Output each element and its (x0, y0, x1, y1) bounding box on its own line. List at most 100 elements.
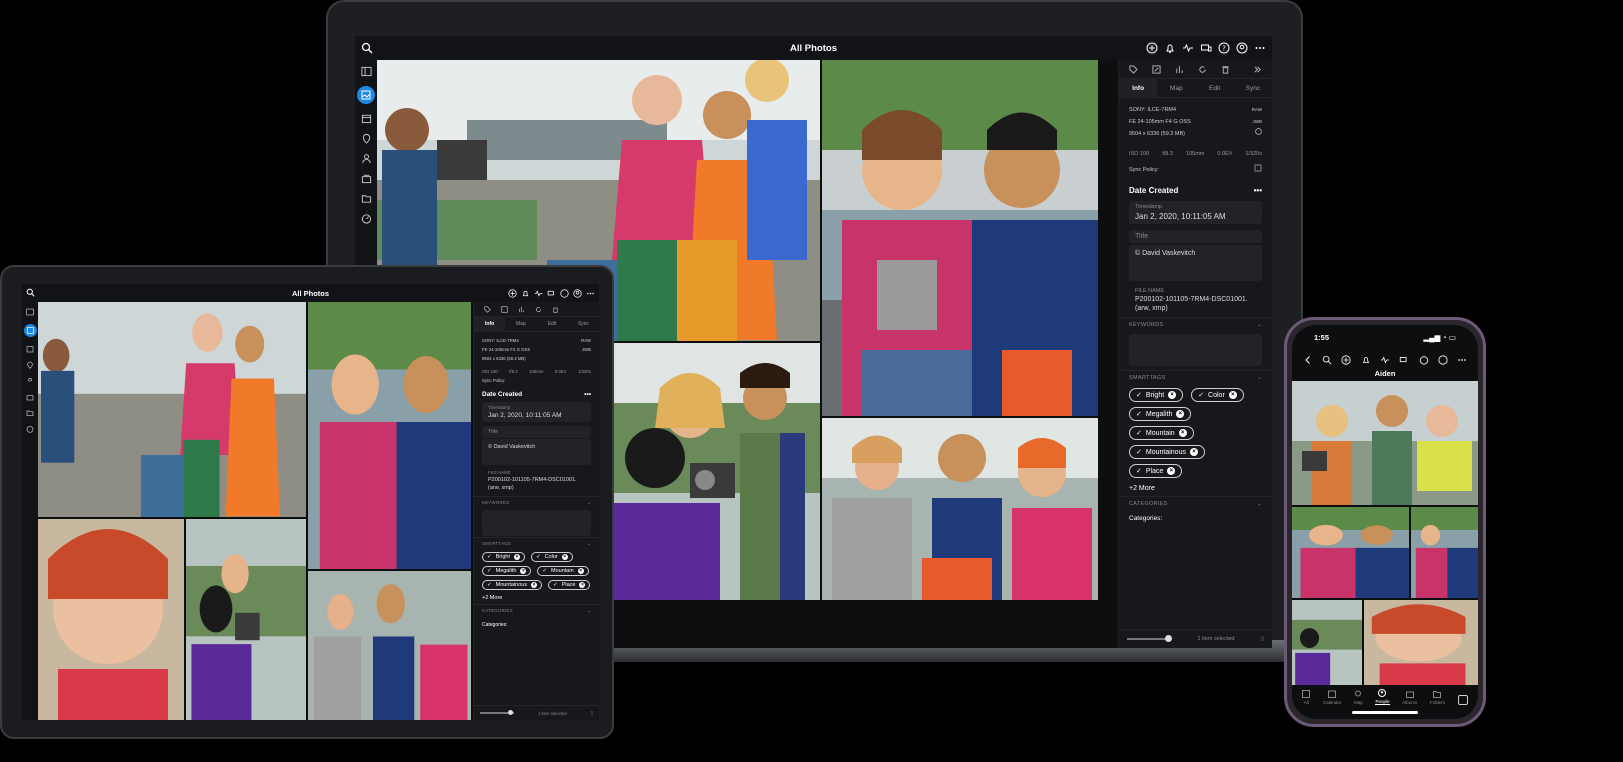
albums-icon[interactable] (26, 393, 34, 401)
tab-map[interactable]: Map (505, 317, 536, 331)
rotate-icon[interactable] (1198, 65, 1207, 74)
help-icon[interactable] (560, 288, 569, 298)
devices-icon[interactable] (547, 289, 556, 298)
account-icon[interactable] (573, 288, 582, 298)
more-options-icon[interactable]: ••• (1254, 186, 1262, 195)
chip-bright[interactable]: ✓ Bright × (482, 552, 525, 562)
info-icon[interactable] (1255, 128, 1262, 135)
search-icon[interactable] (1322, 355, 1332, 365)
person-icon[interactable] (26, 377, 34, 385)
calendar-icon[interactable] (361, 113, 372, 124)
tab-info[interactable]: Info (1119, 79, 1158, 97)
more-tags-link[interactable]: +2 More (1119, 481, 1272, 496)
close-icon[interactable]: × (531, 582, 538, 588)
chip-bright[interactable]: ✓ Bright × (1129, 388, 1184, 402)
close-icon[interactable]: × (1189, 448, 1198, 456)
bell-icon[interactable] (1361, 355, 1371, 365)
chip-mountain[interactable]: ✓ Mountain × (1129, 426, 1194, 440)
chevrons-right-icon[interactable] (1253, 65, 1262, 74)
chip-mountainous[interactable]: ✓ Mountainous × (1129, 445, 1205, 459)
chip-color[interactable]: ✓ Color × (1191, 388, 1244, 402)
photo-friends-hug[interactable] (1292, 507, 1409, 598)
zoom-slider[interactable] (480, 710, 514, 715)
adjust-icon[interactable] (518, 306, 525, 313)
close-icon[interactable]: × (1176, 410, 1185, 418)
copy-icon[interactable] (1254, 164, 1262, 172)
photo-friends-hug[interactable] (822, 60, 1098, 416)
close-icon[interactable]: × (577, 568, 584, 574)
folder-icon[interactable] (26, 409, 34, 417)
sidebar-toggle-icon[interactable] (26, 308, 34, 316)
sidebar-toggle-button[interactable] (1457, 695, 1468, 705)
tab-sync[interactable]: Sync (568, 317, 599, 331)
bell-icon[interactable] (1164, 42, 1176, 54)
chevron-down-icon[interactable]: ⌄ (1257, 375, 1262, 381)
tab-edit[interactable]: Edit (537, 317, 568, 331)
back-icon[interactable] (1303, 355, 1313, 365)
photo-friends-hug-2[interactable] (1411, 507, 1478, 598)
photo-group-laughing[interactable] (308, 571, 471, 720)
tab-people[interactable]: People (1375, 689, 1390, 705)
add-icon[interactable] (1341, 355, 1351, 365)
clipboard-icon[interactable]: ▯ (591, 710, 593, 716)
albums-icon[interactable] (361, 173, 372, 184)
bell-icon[interactable] (521, 289, 530, 298)
tag-icon[interactable] (484, 305, 491, 313)
close-icon[interactable]: × (1167, 467, 1176, 475)
activity-icon[interactable] (1380, 355, 1390, 365)
close-icon[interactable]: × (513, 554, 520, 560)
map-pin-icon[interactable] (26, 361, 34, 369)
photo-camera-girl[interactable] (600, 343, 820, 600)
chip-mountain[interactable]: ✓ Mountain × (537, 566, 589, 576)
devices-icon[interactable] (1200, 42, 1212, 54)
more-icon[interactable] (1254, 42, 1266, 54)
close-icon[interactable]: × (561, 554, 568, 560)
chip-mountainous[interactable]: ✓ Mountainous × (482, 580, 543, 590)
chip-place[interactable]: ✓ Place × (1129, 464, 1183, 478)
caption-field[interactable]: © David Vaskevitch (482, 439, 591, 465)
calendar-icon[interactable] (26, 345, 34, 353)
photo-portrait-smile[interactable] (38, 519, 184, 720)
help-icon[interactable] (1438, 355, 1448, 365)
tab-map[interactable]: Map (1354, 690, 1363, 705)
title-field[interactable]: Title (1129, 230, 1262, 243)
tab-calendar[interactable]: Calendar (1323, 690, 1341, 705)
chevron-down-icon[interactable]: ⌄ (1257, 322, 1262, 328)
photo-friends-hug[interactable] (308, 302, 471, 569)
chevron-down-icon[interactable]: ⌄ (587, 608, 591, 614)
chip-megalith[interactable]: ✓ Megalith × (1129, 407, 1192, 421)
chevron-down-icon[interactable]: ⌄ (587, 541, 591, 547)
close-icon[interactable]: × (520, 568, 527, 574)
trash-icon[interactable] (1221, 65, 1230, 74)
help-icon[interactable]: ? (1218, 42, 1230, 54)
photo-camera-girl[interactable] (1292, 600, 1362, 685)
tab-edit[interactable]: Edit (1196, 79, 1234, 97)
timestamp-field[interactable]: Timestamp Jan 2, 2020, 10:11:05 AM (1129, 201, 1262, 224)
close-icon[interactable]: × (1228, 391, 1237, 399)
photo-group-laughing[interactable] (822, 418, 1098, 600)
map-pin-icon[interactable] (361, 133, 372, 144)
more-options-icon[interactable]: ••• (584, 391, 591, 398)
tab-info[interactable]: Info (474, 317, 506, 331)
photo-group-camera[interactable] (1292, 381, 1478, 505)
chevron-down-icon[interactable]: ⌄ (587, 500, 591, 506)
dashboard-icon[interactable] (361, 213, 372, 224)
tab-all[interactable]: All (1302, 690, 1311, 705)
caption-field[interactable]: © David Vaskevitch (1129, 245, 1262, 281)
keywords-field[interactable] (482, 510, 591, 536)
chip-place[interactable]: ✓ Place × (548, 580, 591, 590)
photo-group-selfie[interactable] (38, 302, 306, 517)
tab-sync[interactable]: Sync (1234, 79, 1272, 97)
close-icon[interactable]: × (1178, 429, 1187, 437)
title-field[interactable]: Title (482, 426, 591, 438)
close-icon[interactable]: × (1168, 391, 1177, 399)
activity-icon[interactable] (534, 289, 543, 298)
adjust-icon[interactable] (1175, 65, 1184, 74)
clipboard-icon[interactable]: ▯ (1261, 636, 1264, 642)
activity-icon[interactable] (1182, 42, 1194, 54)
more-icon[interactable] (586, 289, 595, 298)
add-icon[interactable] (508, 288, 517, 298)
edit-icon[interactable] (501, 305, 508, 313)
tab-folders[interactable]: Folders (1430, 690, 1445, 705)
edit-icon[interactable] (1152, 64, 1161, 74)
